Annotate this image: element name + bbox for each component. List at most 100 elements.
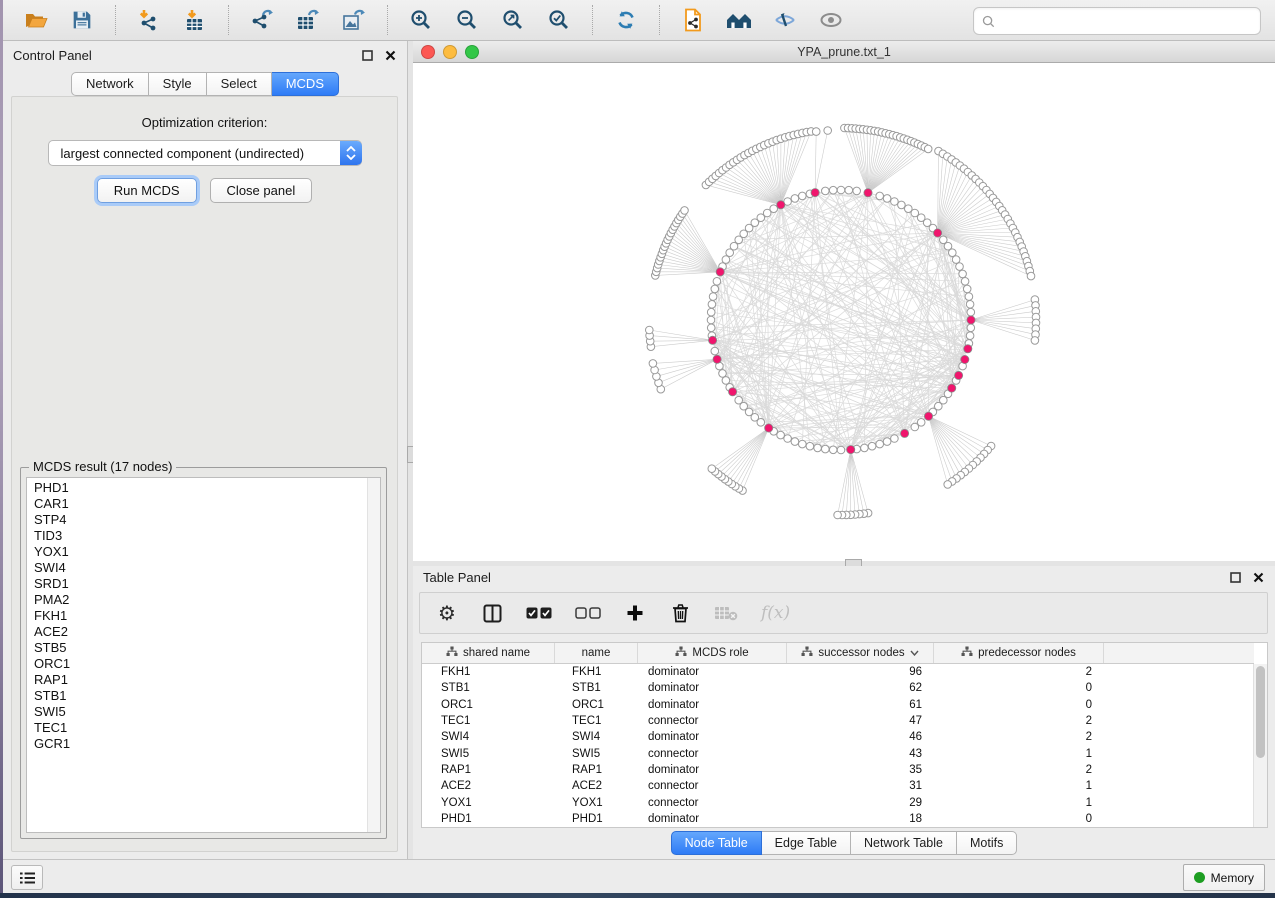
add-plus-icon[interactable] — [624, 601, 646, 625]
cell-successor-nodes[interactable]: 47 — [787, 715, 934, 727]
result-node-item[interactable]: PHD1 — [27, 480, 367, 496]
cell-predecessor-nodes[interactable]: 0 — [934, 682, 1104, 694]
open-folder-icon[interactable] — [23, 7, 49, 33]
result-node-item[interactable]: ORC1 — [27, 656, 367, 672]
table-scrollbar[interactable] — [1253, 664, 1267, 827]
cell-predecessor-nodes[interactable]: 1 — [934, 780, 1104, 792]
cell-MCDS-role[interactable]: dominator — [638, 764, 787, 776]
close-panel-button[interactable]: Close panel — [210, 178, 313, 203]
cell-name[interactable]: ACE2 — [555, 780, 638, 792]
cell-shared-name[interactable]: ACE2 — [422, 780, 555, 792]
result-node-item[interactable]: SRD1 — [27, 576, 367, 592]
cell-predecessor-nodes[interactable]: 0 — [934, 813, 1104, 825]
table-row[interactable]: RAP1RAP1dominator352 — [422, 762, 1254, 778]
cell-predecessor-nodes[interactable]: 2 — [934, 764, 1104, 776]
cell-predecessor-nodes[interactable]: 0 — [934, 699, 1104, 711]
memory-button[interactable]: Memory — [1183, 864, 1265, 891]
result-node-item[interactable]: YOX1 — [27, 544, 367, 560]
tab-select[interactable]: Select — [207, 72, 272, 96]
show-eye-icon[interactable] — [818, 7, 844, 33]
result-node-item[interactable]: PMA2 — [27, 592, 367, 608]
status-menu-button[interactable] — [11, 865, 43, 890]
table-row[interactable]: PHD1PHD1dominator180 — [422, 811, 1254, 827]
table-row[interactable]: YOX1YOX1connector291 — [422, 794, 1254, 810]
cell-successor-nodes[interactable]: 46 — [787, 731, 934, 743]
tab-network-table[interactable]: Network Table — [851, 831, 957, 855]
table-row[interactable]: ORC1ORC1dominator610 — [422, 697, 1254, 713]
cell-MCDS-role[interactable]: dominator — [638, 666, 787, 678]
column-header-MCDS-role[interactable]: MCDS role — [638, 643, 787, 663]
delete-trash-icon[interactable] — [669, 601, 691, 625]
column-split-icon[interactable] — [481, 601, 503, 625]
import-table-icon[interactable] — [182, 7, 208, 33]
result-node-item[interactable]: ACE2 — [27, 624, 367, 640]
cell-MCDS-role[interactable]: connector — [638, 780, 787, 792]
result-node-item[interactable]: RAP1 — [27, 672, 367, 688]
result-node-item[interactable]: TID3 — [27, 528, 367, 544]
column-header-shared-name[interactable]: shared name — [422, 643, 555, 663]
cell-MCDS-role[interactable]: dominator — [638, 813, 787, 825]
cell-shared-name[interactable]: TEC1 — [422, 715, 555, 727]
table-row[interactable]: ACE2ACE2connector311 — [422, 778, 1254, 794]
column-header-predecessor-nodes[interactable]: predecessor nodes — [934, 643, 1104, 663]
hide-eye-icon[interactable] — [772, 7, 798, 33]
table-scrollbar-thumb[interactable] — [1256, 666, 1265, 758]
table-row[interactable]: SWI5SWI5connector431 — [422, 745, 1254, 761]
result-node-item[interactable]: CAR1 — [27, 496, 367, 512]
close-panel-icon[interactable] — [384, 49, 397, 62]
column-header-name[interactable]: name — [555, 643, 638, 663]
search-input[interactable] — [1001, 10, 1260, 32]
cell-name[interactable]: SWI5 — [555, 748, 638, 760]
cell-successor-nodes[interactable]: 43 — [787, 748, 934, 760]
tab-mcds[interactable]: MCDS — [272, 72, 339, 96]
cell-predecessor-nodes[interactable]: 1 — [934, 748, 1104, 760]
cell-MCDS-role[interactable]: connector — [638, 797, 787, 809]
cell-shared-name[interactable]: SWI4 — [422, 731, 555, 743]
zoom-selected-icon[interactable] — [546, 7, 572, 33]
cell-shared-name[interactable]: PHD1 — [422, 813, 555, 825]
cell-successor-nodes[interactable]: 62 — [787, 682, 934, 694]
cell-shared-name[interactable]: RAP1 — [422, 764, 555, 776]
cell-shared-name[interactable]: STB1 — [422, 682, 555, 694]
cell-shared-name[interactable]: YOX1 — [422, 797, 555, 809]
zoom-fit-icon[interactable] — [500, 7, 526, 33]
home-icon[interactable] — [726, 7, 752, 33]
cell-predecessor-nodes[interactable]: 1 — [934, 797, 1104, 809]
cell-name[interactable]: STB1 — [555, 682, 638, 694]
table-row[interactable]: SWI4SWI4dominator462 — [422, 729, 1254, 745]
tab-style[interactable]: Style — [149, 72, 207, 96]
cell-MCDS-role[interactable]: dominator — [638, 682, 787, 694]
network-canvas[interactable] — [413, 63, 1275, 561]
table-row[interactable]: STB1STB1dominator620 — [422, 680, 1254, 696]
cell-name[interactable]: FKH1 — [555, 666, 638, 678]
result-node-item[interactable]: STB5 — [27, 640, 367, 656]
cell-shared-name[interactable]: SWI5 — [422, 748, 555, 760]
result-node-item[interactable]: TEC1 — [27, 720, 367, 736]
tab-network[interactable]: Network — [71, 72, 149, 96]
save-session-icon[interactable] — [69, 7, 95, 33]
cell-successor-nodes[interactable]: 96 — [787, 666, 934, 678]
cell-MCDS-role[interactable]: dominator — [638, 699, 787, 711]
export-network-icon[interactable] — [249, 7, 275, 33]
result-node-item[interactable]: STB1 — [27, 688, 367, 704]
select-all-checks-icon[interactable] — [526, 601, 552, 625]
run-mcds-button[interactable]: Run MCDS — [97, 178, 197, 203]
cell-MCDS-role[interactable]: connector — [638, 715, 787, 727]
cell-predecessor-nodes[interactable]: 2 — [934, 715, 1104, 727]
result-node-item[interactable]: SWI5 — [27, 704, 367, 720]
column-header-successor-nodes[interactable]: successor nodes — [787, 643, 934, 663]
cell-predecessor-nodes[interactable]: 2 — [934, 731, 1104, 743]
cell-shared-name[interactable]: ORC1 — [422, 699, 555, 711]
result-node-item[interactable]: FKH1 — [27, 608, 367, 624]
tab-edge-table[interactable]: Edge Table — [762, 831, 851, 855]
cell-shared-name[interactable]: FKH1 — [422, 666, 555, 678]
cell-successor-nodes[interactable]: 18 — [787, 813, 934, 825]
cell-successor-nodes[interactable]: 61 — [787, 699, 934, 711]
cell-predecessor-nodes[interactable]: 2 — [934, 666, 1104, 678]
cell-name[interactable]: YOX1 — [555, 797, 638, 809]
float-panel-icon[interactable] — [361, 49, 374, 62]
deselect-all-checks-icon[interactable] — [575, 601, 601, 625]
cell-name[interactable]: ORC1 — [555, 699, 638, 711]
zoom-out-icon[interactable] — [454, 7, 480, 33]
import-network-icon[interactable] — [136, 7, 162, 33]
